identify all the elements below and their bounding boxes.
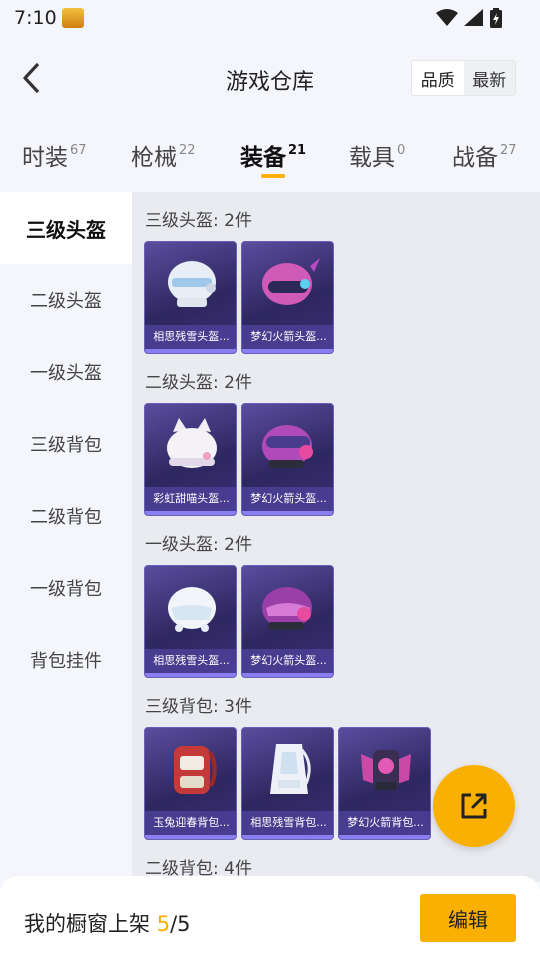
item-name: 梦幻火箭背包...: [339, 811, 430, 835]
subcategory-sidebar: 三级头盔 二级头盔 一级头盔 三级背包 二级背包 一级背包 背包挂件: [0, 192, 132, 960]
tab-equipment[interactable]: 装备 21: [240, 138, 306, 172]
edit-button[interactable]: 编辑: [420, 894, 516, 942]
showcase-status: 我的橱窗上架 5/5: [24, 912, 191, 936]
group-title: 二级头盔: 2件: [145, 373, 252, 393]
item-name: 彩虹甜喵头盔...: [145, 487, 236, 511]
battery-icon: [490, 8, 502, 28]
bottom-bar: 我的橱窗上架 5/5 编辑: [0, 876, 540, 960]
item-name: 相思残雪头盔...: [145, 649, 236, 673]
item-name: 玉兔迎春背包...: [145, 811, 236, 835]
item-card[interactable]: 梦幻火箭头盔...: [241, 403, 334, 516]
sidebar-item-level2-helmet[interactable]: 二级头盔: [0, 264, 132, 336]
backpack-icon: [339, 728, 430, 810]
sidebar-item-level1-backpack[interactable]: 一级背包: [0, 552, 132, 624]
showcase-current-count: 5: [156, 912, 171, 936]
tab-supplies[interactable]: 战备 27: [452, 138, 517, 172]
app-notification-icon: [62, 8, 84, 28]
sidebar-item-level3-backpack[interactable]: 三级背包: [0, 408, 132, 480]
tab-firearms[interactable]: 枪械 22: [131, 138, 196, 172]
helmet-icon: [242, 566, 333, 648]
category-tabs: 时装 67 枪械 22 装备 21 载具 0 战备 27: [0, 122, 540, 192]
item-card[interactable]: 玉兔迎春背包...: [144, 727, 237, 840]
item-name: 梦幻火箭头盔...: [242, 649, 333, 673]
helmet-icon: [145, 242, 236, 324]
item-name: 梦幻火箭头盔...: [242, 487, 333, 511]
item-card[interactable]: 梦幻火箭头盔...: [241, 241, 334, 354]
item-card[interactable]: 梦幻火箭背包...: [338, 727, 431, 840]
item-card[interactable]: 相思残雪背包...: [241, 727, 334, 840]
group-title: 三级背包: 3件: [145, 697, 252, 717]
showcase-total-count: 5: [177, 912, 191, 936]
sort-newest[interactable]: 最新: [464, 61, 516, 95]
item-name: 梦幻火箭头盔...: [242, 325, 333, 349]
sidebar-item-level2-backpack[interactable]: 二级背包: [0, 480, 132, 552]
system-icons: [436, 8, 502, 28]
helmet-icon: [242, 242, 333, 324]
item-card[interactable]: 相思残雪头盔...: [144, 565, 237, 678]
sidebar-item-level1-helmet[interactable]: 一级头盔: [0, 336, 132, 408]
sort-quality[interactable]: 品质: [412, 61, 464, 95]
sort-toggle: 品质 最新: [411, 60, 516, 96]
item-card[interactable]: 相思残雪头盔...: [144, 241, 237, 354]
tab-fashion[interactable]: 时装 67: [22, 138, 87, 172]
header: 游戏仓库 品质 最新: [0, 36, 540, 122]
group-title: 一级头盔: 2件: [145, 535, 252, 555]
sidebar-item-backpack-charm[interactable]: 背包挂件: [0, 624, 132, 696]
helmet-icon: [242, 404, 333, 486]
sidebar-item-level3-helmet[interactable]: 三级头盔: [0, 192, 132, 264]
item-card[interactable]: 梦幻火箭头盔...: [241, 565, 334, 678]
item-name: 相思残雪头盔...: [145, 325, 236, 349]
item-card[interactable]: 彩虹甜喵头盔...: [144, 403, 237, 516]
helmet-icon: [145, 404, 236, 486]
item-name: 相思残雪背包...: [242, 811, 333, 835]
status-time: 7:10: [14, 7, 57, 29]
backpack-icon: [242, 728, 333, 810]
active-tab-indicator: [261, 174, 285, 178]
tab-vehicles[interactable]: 载具 0: [349, 138, 405, 172]
group-title: 三级头盔: 2件: [145, 211, 252, 231]
share-icon: [461, 793, 487, 819]
signal-icon: [464, 9, 483, 26]
backpack-icon: [145, 728, 236, 810]
share-button[interactable]: [433, 765, 515, 847]
status-bar: 7:10: [0, 0, 540, 36]
helmet-icon: [145, 566, 236, 648]
wifi-icon: [436, 9, 458, 26]
